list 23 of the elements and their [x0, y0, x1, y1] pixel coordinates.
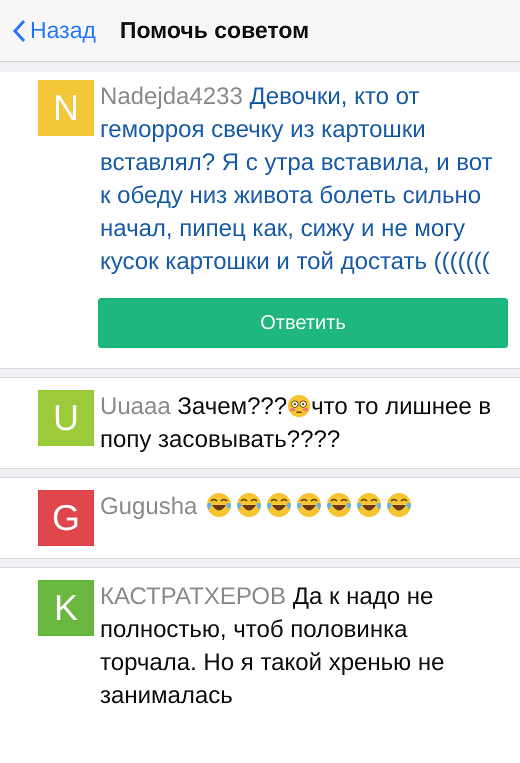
chevron-left-icon	[12, 18, 26, 42]
laughing-emoji-icon	[386, 492, 412, 518]
laughing-emoji-icon	[206, 492, 232, 518]
laughing-emoji-icon	[236, 492, 262, 518]
flushed-emoji-icon	[287, 394, 312, 418]
avatar: U	[38, 390, 94, 446]
comment-author: Uuaaa	[100, 393, 171, 420]
avatar: N	[38, 80, 94, 136]
laughing-emoji-icon	[296, 492, 322, 518]
laughing-emoji-icon	[266, 492, 292, 518]
comment-author: Gugusha	[100, 493, 198, 520]
back-button[interactable]: Назад	[12, 13, 96, 48]
comment-author: КАСТРАТХЕРОВ	[100, 583, 286, 610]
avatar: G	[38, 490, 94, 546]
reply-button[interactable]: Ответить	[98, 298, 508, 348]
comment-text: КАСТРАТХЕРОВ Да к надо не полностью, чтоб половинка торчала. Но я такой хренью не занималась	[100, 582, 446, 711]
laughing-emoji-icon	[356, 492, 382, 518]
comment-text: Uuaaa Зачем??? что то лишнее в попу засовывать????	[100, 392, 492, 455]
avatar: K	[38, 580, 94, 636]
screen-title: Помочь советом	[120, 16, 310, 46]
post-author: Nadejda4233	[100, 83, 243, 110]
laughing-emoji-icon	[326, 492, 352, 518]
post-text: Nadejda4233 Девочки, кто от геморроя свечку из картошки вставлял? Я с утра вставила, и вот к обеду низ живота болеть сильно начал, пипец как, сижу и не могу кусок картошки и той достать (((((((	[100, 82, 494, 277]
